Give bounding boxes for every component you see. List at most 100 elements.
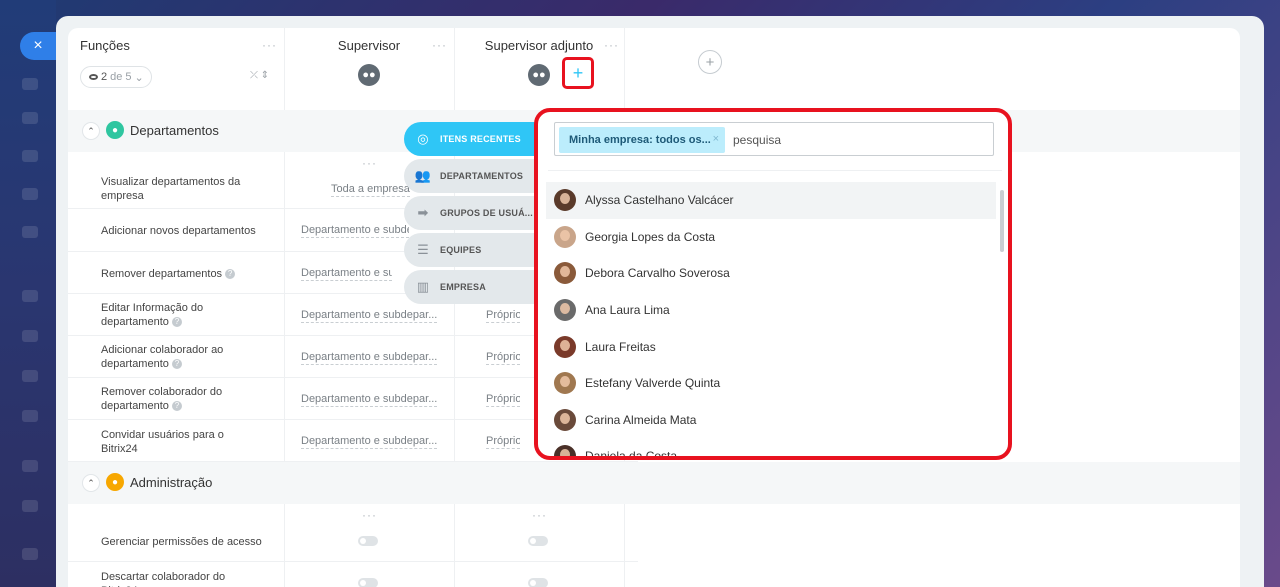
entity-selector-tabs: ◎ ITENS RECENTES 👥 DEPARTAMENTOS ➡ GRUPO…: [404, 122, 540, 307]
permission-value[interactable]: Próprio: [486, 309, 520, 323]
chip-label: Minha empresa: todos os...: [569, 134, 711, 146]
permission-value[interactable]: Departamento e subdepar...: [301, 224, 409, 238]
tab-company[interactable]: ▥ EMPRESA: [404, 270, 540, 304]
remove-chip-icon[interactable]: ×: [713, 133, 719, 145]
permission-toggle[interactable]: [528, 536, 548, 546]
permission-value[interactable]: Toda a empresa: [331, 183, 410, 197]
user-group-icon[interactable]: ●●: [528, 64, 550, 86]
pager-current: 2: [101, 71, 108, 83]
plus-icon: +: [572, 62, 584, 83]
roles-pager[interactable]: 2 de 5 ⌄: [80, 66, 152, 88]
more-icon[interactable]: ···: [432, 38, 447, 52]
list-item[interactable]: Alyssa Castelhano Valcácer: [546, 182, 996, 219]
list-item[interactable]: Daniela da Costa: [546, 438, 996, 460]
scrollbar[interactable]: [1000, 190, 1004, 252]
permission-toggle[interactable]: [358, 578, 378, 587]
user-name: Debora Carvalho Soverosa: [585, 266, 730, 281]
section-title: Departamentos: [130, 123, 219, 138]
permission-toggle[interactable]: [358, 536, 378, 546]
tab-label: EQUIPES: [440, 245, 482, 255]
background-sidebar: [0, 0, 56, 587]
chevron-up-icon[interactable]: ⌃: [82, 122, 100, 140]
list-item[interactable]: Georgia Lopes da Costa: [546, 219, 996, 256]
avatar: [554, 335, 576, 358]
sidebar-icon: [22, 460, 38, 472]
teams-icon: ☰: [417, 242, 429, 257]
avatar: [554, 225, 576, 248]
user-name: Estefany Valverde Quinta: [585, 376, 721, 391]
table-row: Descartar colaborador do Bitrix24: [68, 562, 638, 587]
sort-icon[interactable]: ⤫ ⇕: [250, 70, 269, 81]
company-icon: ▥: [416, 279, 430, 294]
avatar: [554, 189, 576, 212]
add-member-button[interactable]: +: [562, 57, 594, 89]
tab-label: EMPRESA: [440, 282, 486, 292]
more-icon[interactable]: ···: [262, 38, 277, 52]
role-column-supervisor-adjunto: Supervisor adjunto ··· ●●: [454, 28, 624, 110]
access-rights-table: Funções ··· 2 de 5 ⌄ ⤫ ⇕ Supervisor ··· …: [68, 28, 1240, 587]
sidebar-icon: [22, 112, 38, 124]
departments-icon: ●: [106, 121, 124, 139]
tab-label: GRUPOS DE USUÁ...: [440, 208, 533, 218]
permission-value[interactable]: Próprio: [486, 351, 520, 365]
selector-search-box[interactable]: Minha empresa: todos os... ×: [554, 122, 994, 156]
list-item[interactable]: Ana Laura Lima: [546, 292, 996, 329]
permission-label-text: Remover departamentos: [101, 268, 223, 280]
user-name: Daniela da Costa: [585, 449, 678, 460]
sidebar-icon: [22, 410, 38, 422]
user-name: Laura Freitas: [585, 339, 656, 354]
more-icon[interactable]: ···: [604, 38, 619, 52]
list-item[interactable]: Carina Almeida Mata: [546, 402, 996, 439]
permission-label: Remover departamentos ?: [101, 267, 261, 281]
list-item[interactable]: Laura Freitas: [546, 328, 996, 365]
section-administracao[interactable]: ⌃ ● Administração: [68, 462, 1240, 504]
avatar: [554, 262, 576, 285]
permission-value[interactable]: Departamento e subdepar...: [301, 393, 437, 407]
chevron-up-icon[interactable]: ⌃: [82, 474, 100, 492]
help-icon[interactable]: ?: [171, 317, 182, 328]
permission-value[interactable]: Departamento e subdepar...: [301, 435, 437, 449]
permission-value[interactable]: Próprio: [486, 393, 520, 407]
tab-departments[interactable]: 👥 DEPARTAMENTOS: [404, 159, 540, 193]
list-item[interactable]: Debora Carvalho Soverosa: [546, 255, 996, 292]
tab-teams[interactable]: ☰ EQUIPES: [404, 233, 540, 267]
user-group-icon[interactable]: ●●: [358, 64, 380, 86]
tab-label: DEPARTAMENTOS: [440, 171, 524, 181]
help-icon[interactable]: ?: [171, 359, 182, 370]
user-name: Carina Almeida Mata: [585, 412, 697, 427]
avatar: [554, 372, 576, 395]
sidebar-icon: [22, 78, 38, 90]
permission-label: Gerenciar permissões de acesso: [101, 536, 262, 548]
user-name: Alyssa Castelhano Valcácer: [585, 193, 734, 208]
add-role-button[interactable]: +: [698, 50, 722, 74]
permission-label: Remover colaborador do departamento ?: [101, 385, 261, 413]
close-slider-button[interactable]: ×: [20, 32, 56, 60]
permission-toggle[interactable]: [528, 578, 548, 587]
recent-items-icon: ◎: [417, 131, 429, 146]
departments-icon: 👥: [414, 168, 432, 183]
help-icon[interactable]: ?: [171, 401, 182, 412]
permission-value[interactable]: Departamento e subdepar...: [301, 309, 437, 323]
avatar: [554, 408, 576, 431]
tab-user-groups[interactable]: ➡ GRUPOS DE USUÁ...: [404, 196, 540, 230]
list-item[interactable]: Estefany Valverde Quinta: [546, 365, 996, 402]
permission-value[interactable]: Departamento e subdepar...: [301, 351, 437, 365]
permission-label: Convidar usuários para o Bitrix24: [101, 429, 224, 455]
user-groups-icon: ➡: [417, 205, 429, 220]
selected-entity-chip[interactable]: Minha empresa: todos os... ×: [559, 127, 725, 153]
permission-value[interactable]: Próprio: [486, 435, 520, 449]
sidebar-icon: [22, 330, 38, 342]
tab-recent-items[interactable]: ◎ ITENS RECENTES: [404, 122, 540, 156]
permission-value[interactable]: Departamento e subdepar...: [301, 267, 392, 281]
permission-label: Descartar colaborador do Bitrix24: [101, 571, 226, 587]
search-input[interactable]: [733, 131, 983, 149]
admin-icon: ●: [106, 473, 124, 491]
sidebar-icon: [22, 188, 38, 200]
role-title[interactable]: Supervisor adjunto: [454, 38, 624, 53]
help-icon[interactable]: ?: [225, 269, 236, 280]
sidebar-icon: [22, 226, 38, 238]
section-title: Administração: [130, 475, 213, 490]
role-title[interactable]: Supervisor: [284, 38, 454, 53]
slider-panel: Funções ··· 2 de 5 ⌄ ⤫ ⇕ Supervisor ··· …: [56, 16, 1264, 587]
chevron-down-icon: ⌄: [134, 71, 144, 84]
